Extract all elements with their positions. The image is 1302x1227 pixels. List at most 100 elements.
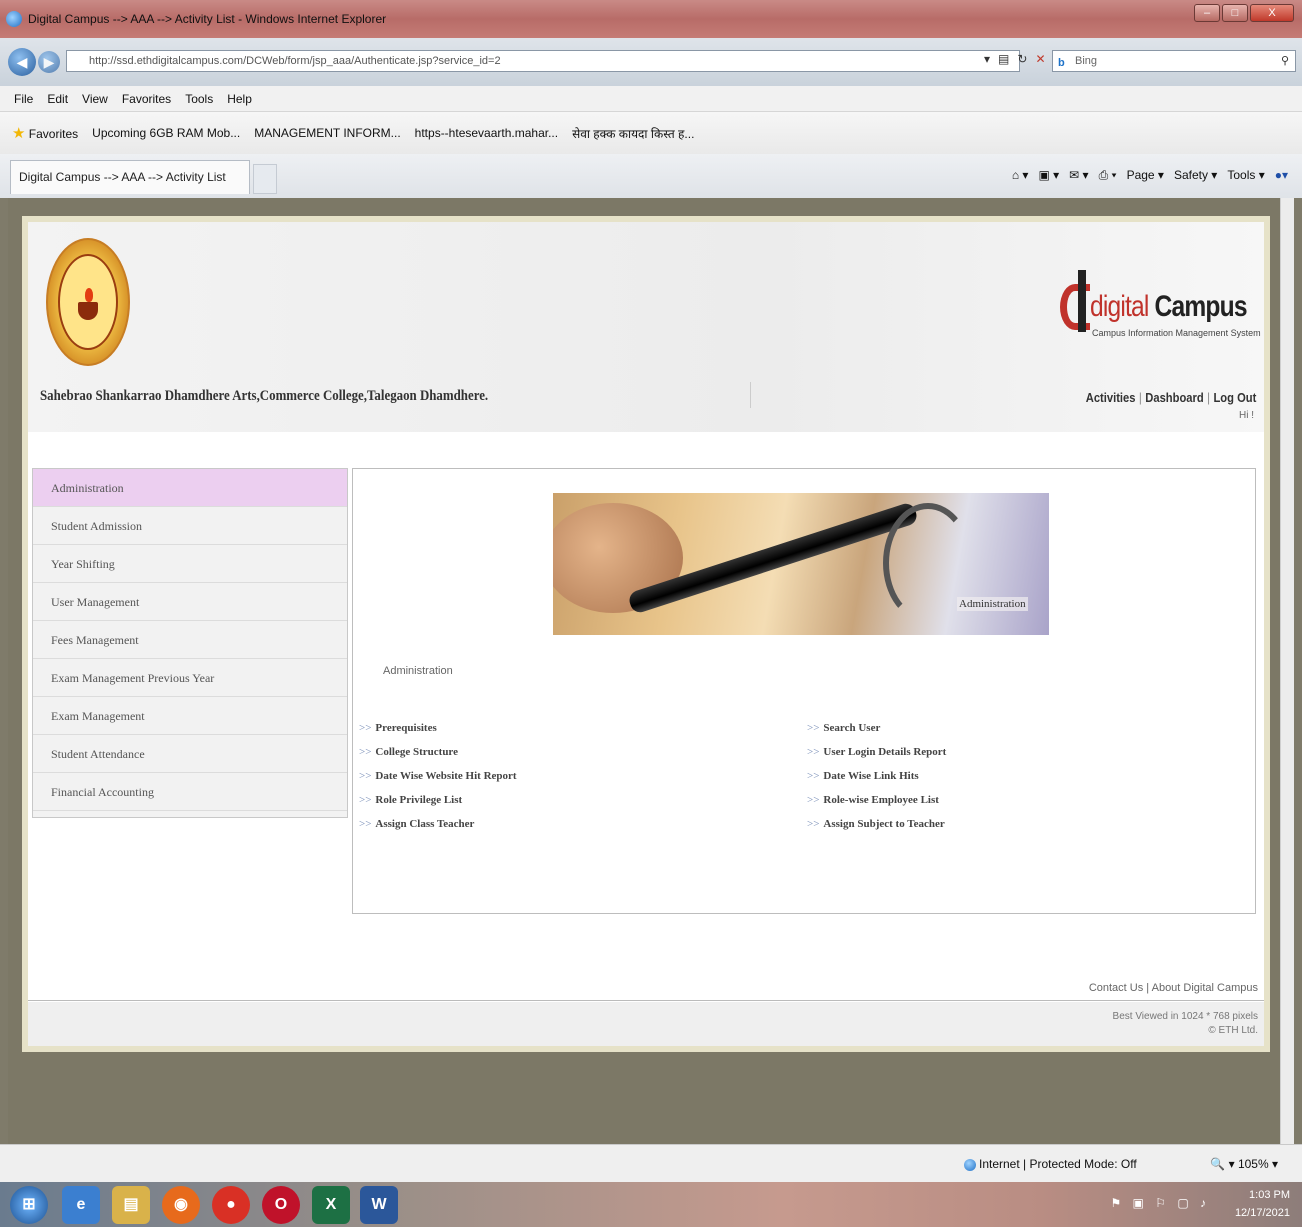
menu-help[interactable]: Help [227, 92, 252, 106]
banner-label: Administration [957, 597, 1028, 611]
copyright-text: © ETH Ltd. [1208, 1025, 1258, 1036]
firefox-icon[interactable]: ◉ [162, 1186, 200, 1224]
menu-favorites[interactable]: Favorites [122, 92, 171, 106]
vertical-scrollbar[interactable] [1280, 198, 1294, 1144]
link-label: Prerequisites [375, 722, 437, 734]
logout-link[interactable]: Log Out [1213, 390, 1256, 405]
link-role-wise-employee-list[interactable]: >> Role-wise Employee List [807, 791, 946, 815]
clock-time: 1:03 PM [1249, 1189, 1290, 1201]
menu-bar: File Edit View Favorites Tools Help [0, 86, 1302, 112]
favorites-bar: ★ Favorites Upcoming 6GB RAM Mob... MANA… [0, 112, 1302, 154]
refresh-icon[interactable]: ↻ [1017, 52, 1027, 66]
back-button[interactable]: ◀ [8, 48, 36, 76]
favorites-button[interactable]: ★ Favorites [12, 124, 78, 142]
search-icon[interactable]: ⚲ [1281, 51, 1289, 71]
content-panel: Administration Administration >> Prerequi… [352, 468, 1256, 914]
links-right-column: >> Search User >> User Login Details Repor… [807, 719, 946, 839]
excel-icon[interactable]: X [312, 1186, 350, 1224]
sidebar-item-exam-management[interactable]: Exam Management [33, 697, 347, 735]
favorite-item[interactable]: सेवा हक्क कायदा किस्त ह... [572, 125, 694, 142]
arrow-icon: >> [359, 746, 372, 758]
help-icon[interactable]: ●▾ [1275, 168, 1288, 183]
chrome-icon[interactable]: ● [212, 1186, 250, 1224]
link-date-wise-link-hits[interactable]: >> Date Wise Link Hits [807, 767, 946, 791]
tab-bar: Digital Campus --> AAA --> Activity List… [0, 154, 1302, 198]
dashboard-link[interactable]: Dashboard [1145, 390, 1203, 405]
page-menu[interactable]: Page ▾ [1127, 168, 1164, 183]
stop-icon[interactable]: ✕ [1035, 52, 1045, 66]
link-role-privilege-list[interactable]: >> Role Privilege List [359, 791, 517, 815]
print-icon[interactable]: ⎙ ▾ [1099, 168, 1117, 183]
sidebar-item-administration[interactable]: Administration [33, 469, 347, 507]
arrow-icon: >> [359, 770, 372, 782]
link-search-user[interactable]: >> Search User [807, 719, 946, 743]
favorite-item[interactable]: MANAGEMENT INFORM... [254, 126, 400, 140]
contact-us-link[interactable]: Contact Us [1089, 982, 1143, 994]
sidebar-item-year-shifting[interactable]: Year Shifting [33, 545, 347, 583]
sidebar-item-user-management[interactable]: User Management [33, 583, 347, 621]
footer-links: Contact Us | About Digital Campus [1088, 982, 1258, 994]
new-tab-button[interactable] [253, 164, 277, 194]
tab-active[interactable]: Digital Campus --> AAA --> Activity List [10, 160, 250, 194]
mail-icon[interactable]: ✉ ▾ [1069, 168, 1088, 183]
link-label: Assign Class Teacher [375, 818, 475, 830]
link-date-wise-website-hit-report[interactable]: >> Date Wise Website Hit Report [359, 767, 517, 791]
favorites-label: Favorites [28, 127, 79, 141]
link-label: Date Wise Website Hit Report [375, 770, 517, 782]
home-icon[interactable]: ⌂ ▾ [1012, 168, 1029, 183]
link-user-login-details-report[interactable]: >> User Login Details Report [807, 743, 946, 767]
menu-file[interactable]: File [14, 92, 33, 106]
close-button[interactable]: X [1250, 4, 1294, 22]
link-assign-subject-to-teacher[interactable]: >> Assign Subject to Teacher [807, 815, 946, 839]
star-icon: ★ [12, 125, 26, 142]
security-zone[interactable]: Internet | Protected Mode: Off [964, 1157, 1137, 1171]
link-label: Assign Subject to Teacher [823, 818, 945, 830]
sidebar-item-student-attendance[interactable]: Student Attendance [33, 735, 347, 773]
greeting: Hi ! [1239, 410, 1254, 421]
search-placeholder: Bing [1075, 55, 1098, 67]
logo-d-stem [1078, 270, 1086, 332]
minimize-button[interactable]: – [1194, 4, 1220, 22]
tools-menu[interactable]: Tools ▾ [1227, 168, 1264, 183]
sidebar-item-exam-management-previous-year[interactable]: Exam Management Previous Year [33, 659, 347, 697]
word-icon[interactable]: W [360, 1186, 398, 1224]
college-seal-logo [46, 238, 130, 366]
brand-part2: Campus [1154, 290, 1248, 323]
sidebar-item-financial-accounting[interactable]: Financial Accounting [33, 773, 347, 811]
forward-button[interactable]: ▶ [38, 51, 60, 73]
favorite-item[interactable]: Upcoming 6GB RAM Mob... [92, 126, 240, 140]
menu-view[interactable]: View [82, 92, 108, 106]
link-prerequisites[interactable]: >> Prerequisites [359, 719, 517, 743]
file-explorer-icon[interactable]: ▤ [112, 1186, 150, 1224]
maximize-button[interactable]: □ [1222, 4, 1248, 22]
about-link[interactable]: About Digital Campus [1152, 982, 1258, 994]
clock-date: 12/17/2021 [1234, 1207, 1290, 1219]
favorite-item[interactable]: https--htesevaarth.mahar... [415, 126, 558, 140]
section-title: Administration [383, 665, 453, 677]
start-button-icon[interactable]: ⊞ [10, 1186, 48, 1224]
bing-icon: b [1058, 57, 1065, 69]
sidebar-item-fees-management[interactable]: Fees Management [33, 621, 347, 659]
safety-menu[interactable]: Safety ▾ [1174, 168, 1217, 183]
link-label: Search User [823, 722, 881, 734]
address-input[interactable]: http://ssd.ethdigitalcampus.com/DCWeb/fo… [66, 50, 1020, 72]
footer-band: Best Viewed in 1024 * 768 pixels © ETH L… [28, 1002, 1264, 1046]
sidebar-item-student-admission[interactable]: Student Admission [33, 507, 347, 545]
arrow-icon: >> [807, 770, 820, 782]
zone-text: Internet | Protected Mode: Off [979, 1157, 1137, 1171]
menu-edit[interactable]: Edit [47, 92, 68, 106]
menu-tools[interactable]: Tools [185, 92, 213, 106]
link-assign-class-teacher[interactable]: >> Assign Class Teacher [359, 815, 517, 839]
ie-logo-icon [6, 11, 22, 27]
zoom-control[interactable]: 🔍 ▾ 105% ▾ [1210, 1157, 1278, 1171]
opera-icon[interactable]: O [262, 1186, 300, 1224]
search-input[interactable]: b Bing ⚲ [1052, 50, 1296, 72]
dropdown-icon[interactable]: ▾ [984, 52, 990, 66]
compatibility-icon[interactable]: ▤ [998, 52, 1009, 66]
activities-link[interactable]: Activities [1085, 390, 1135, 405]
system-tray-icons[interactable]: ⚑ ▣ ⚐ ▢ ♪ [1110, 1196, 1210, 1210]
feeds-icon[interactable]: ▣ ▾ [1038, 168, 1059, 183]
link-college-structure[interactable]: >> College Structure [359, 743, 517, 767]
internet-explorer-icon[interactable]: e [62, 1186, 100, 1224]
clock[interactable]: 1:03 PM 12/17/2021 [1235, 1186, 1290, 1222]
